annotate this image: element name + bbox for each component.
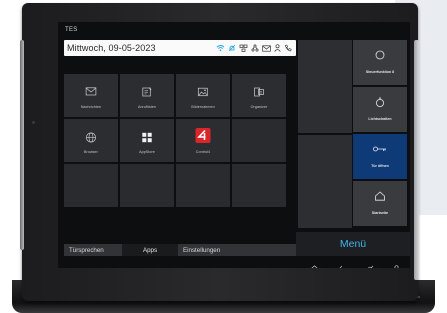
app-tile-empty bbox=[232, 119, 286, 162]
app-tile-control4[interactable]: Control4 bbox=[176, 119, 230, 162]
home-icon bbox=[375, 191, 386, 201]
side-button-label: Tür öffnen bbox=[371, 164, 389, 168]
device-sensor-dot bbox=[32, 121, 35, 124]
globe-icon bbox=[86, 132, 97, 143]
network-icon bbox=[239, 44, 248, 52]
wifi-icon bbox=[216, 44, 225, 52]
quick-panel: Steuerfunktion 8 Lichtschalten Tür öffne… bbox=[296, 40, 410, 250]
home-page-button[interactable]: Startseite bbox=[353, 181, 407, 226]
app-label: Anruflisten bbox=[137, 105, 157, 109]
light-switch-button[interactable]: Lichtschalten bbox=[353, 87, 407, 132]
date-display: Mittwoch, 09-05-2023 bbox=[67, 43, 156, 53]
tab-settings[interactable]: Einstellungen bbox=[178, 244, 296, 256]
app-tile-empty bbox=[120, 164, 174, 207]
app-label: Control4 bbox=[195, 150, 211, 154]
control4-icon bbox=[195, 128, 211, 143]
back-icon[interactable] bbox=[338, 265, 347, 268]
status-icons bbox=[216, 44, 292, 52]
organizer-icon bbox=[254, 87, 265, 97]
bottom-tab-bar: Türsprechen Apps Einstellungen bbox=[64, 244, 296, 256]
tab-apps[interactable]: Apps bbox=[122, 244, 178, 256]
side-button-label: Lichtschalten bbox=[368, 117, 392, 121]
person-icon bbox=[274, 44, 281, 52]
app-tile-organizer[interactable]: Organizer bbox=[232, 74, 286, 117]
navigation-bar bbox=[301, 262, 409, 268]
app-tile-empty bbox=[64, 164, 118, 207]
side-button-label: Steuerfunktion 8 bbox=[365, 70, 395, 74]
app-tile-browser[interactable]: Browser bbox=[64, 119, 118, 162]
app-tile-bildernahmen[interactable]: Bildernahmen bbox=[176, 74, 230, 117]
app-tile-appstore[interactable]: AppStore bbox=[120, 119, 174, 162]
app-label: Organizer bbox=[250, 105, 268, 109]
app-label: Bildernahmen bbox=[191, 105, 215, 109]
status-bar: Mittwoch, 09-05-2023 bbox=[64, 40, 296, 56]
quick-tile-empty bbox=[298, 40, 352, 133]
bell-icon bbox=[228, 44, 236, 52]
side-button-label: Startseite bbox=[371, 211, 389, 215]
tab-doorphone[interactable]: Türsprechen bbox=[64, 244, 122, 256]
open-door-button[interactable]: Tür öffnen bbox=[353, 134, 407, 179]
app-label: Nachrichten bbox=[80, 105, 102, 109]
bulb-icon bbox=[375, 97, 385, 108]
device-screen: TES Mittwoch, 09-05-2023 Nachrichten Anr… bbox=[58, 22, 410, 268]
person-icon[interactable] bbox=[393, 265, 400, 268]
image-icon bbox=[197, 87, 209, 97]
app-label: Browser bbox=[84, 150, 98, 154]
device-left-edge bbox=[20, 40, 24, 250]
app-tile-anruflisten[interactable]: Anruflisten bbox=[120, 74, 174, 117]
circle-icon bbox=[375, 50, 385, 60]
calllist-icon bbox=[142, 87, 152, 97]
control-function-8-button[interactable]: Steuerfunktion 8 bbox=[353, 40, 407, 85]
app-grid: Nachrichten Anruflisten Bildernahmen Org… bbox=[64, 74, 286, 207]
app-label: AppStore bbox=[139, 150, 155, 154]
menu-button[interactable]: Menü bbox=[296, 232, 410, 256]
share-icon bbox=[251, 44, 259, 52]
key-icon bbox=[373, 146, 387, 152]
brand-label: TES bbox=[65, 27, 78, 33]
home-icon[interactable] bbox=[310, 265, 319, 268]
phone-icon bbox=[284, 44, 292, 52]
mail-icon bbox=[262, 44, 271, 52]
bell-icon[interactable] bbox=[366, 265, 374, 268]
appstore-icon bbox=[142, 132, 153, 143]
app-tile-empty bbox=[232, 164, 286, 207]
device-right-edge bbox=[414, 40, 419, 280]
mail-icon bbox=[85, 87, 97, 96]
quick-tile-empty bbox=[298, 135, 352, 228]
app-tile-empty bbox=[176, 164, 230, 207]
app-tile-nachrichten[interactable]: Nachrichten bbox=[64, 74, 118, 117]
